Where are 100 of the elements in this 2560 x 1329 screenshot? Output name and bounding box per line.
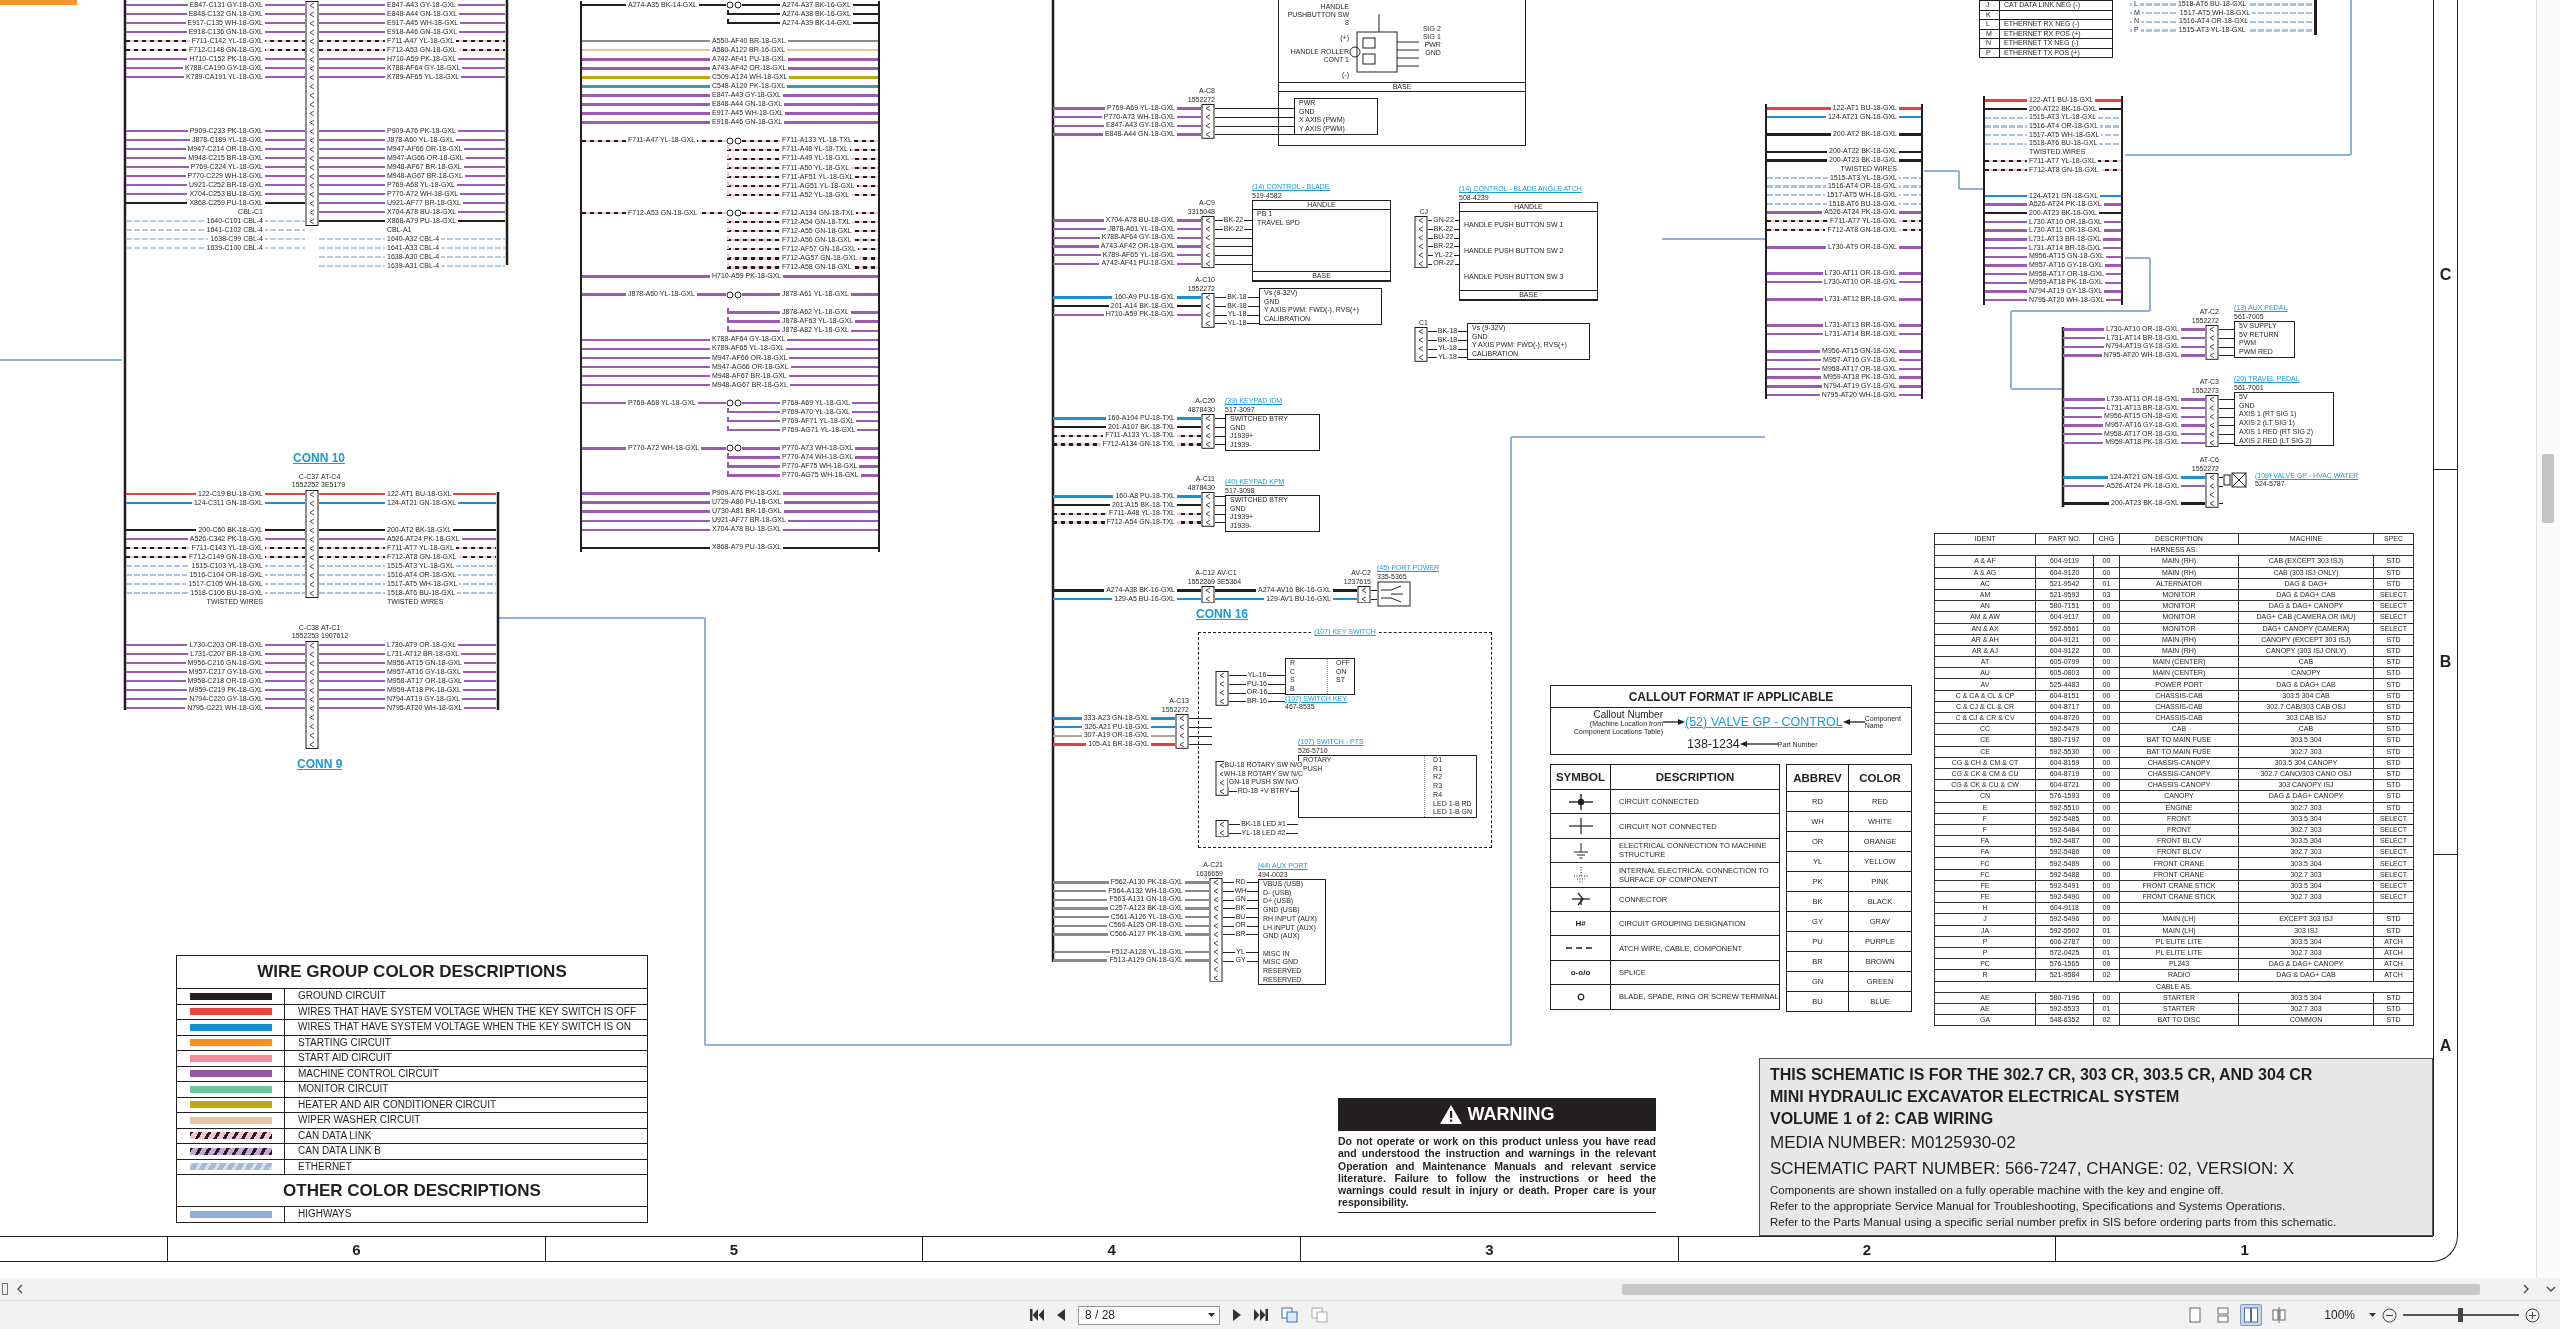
schematic-title: VOLUME 1 of 2: CAB WIRING [1770,1109,1995,1129]
connector-link[interactable]: CONN 9 [297,757,343,771]
column-header: DESCRIPTION [1655,771,1735,783]
zoom-in-icon [2525,1307,2540,1323]
caret-icon [2369,1313,2376,1317]
legend-label: CAN DATA LINK B [297,1144,382,1159]
zoom-out-button[interactable] [2382,1307,2397,1323]
legend-label: STARTING CIRCUIT [297,1035,392,1050]
note-text: Refer to the Parts Manual using a specific serial number prefix in SIS before ordering parts from this schematic. [1770,1215,2338,1230]
connector-drawing [1414,327,1428,362]
page-number-field[interactable]: 8 / 28 [1078,1305,1220,1325]
switch-drawing [1349,14,1419,74]
arrow-icon [1842,718,1865,726]
slider-thumb[interactable] [2457,1308,2463,1322]
junction-dot-icon [1567,792,1594,811]
legend-title: WIRE GROUP COLOR DESCRIPTIONS [257,962,567,982]
splice-icon [726,209,742,218]
first-page-icon [1030,1309,1044,1321]
chevron-down-icon[interactable] [2546,1285,2556,1293]
symbol-text: H# [1575,919,1586,929]
connector-link[interactable]: CONN 16 [1196,607,1248,621]
legend-label: CAN DATA LINK [297,1128,373,1143]
legend-label: START AID CIRCUIT [297,1051,393,1066]
pages-icon [1311,1307,1328,1323]
column-header: SYMBOL [1555,771,1606,783]
splice-icon [726,444,742,453]
callout-number-label: Callout Number [1593,709,1663,720]
previous-page-button[interactable] [1057,1309,1065,1321]
zoom-level-dropdown[interactable]: 100% [2324,1308,2376,1322]
legend-label: MACHINE CONTROL CIRCUIT [297,1066,440,1081]
part-number: 138-1234 [1687,737,1740,751]
warning-triangle-icon [1439,1105,1462,1124]
valve-icon [2223,470,2247,490]
connector-drawing [1201,293,1215,328]
legend-label: WIRES THAT HAVE SYSTEM VOLTAGE WHEN THE KEY SWITCH IS ON [297,1020,632,1035]
legend-label: GROUND CIRCUIT [297,989,387,1004]
schematic-title: MINI HYDRAULIC EXCAVATOR ELECTRICAL SYSTEM [1770,1087,2181,1107]
caret-icon [1208,1313,1215,1317]
arrow-icon [1739,740,1778,748]
next-icon [1233,1309,1241,1321]
last-page-button[interactable] [1254,1309,1268,1321]
connector-drawing [1175,714,1189,749]
zoom-in-button[interactable] [2525,1307,2540,1323]
connector-drawing [2205,325,2219,360]
connector-drawing [1201,492,1215,527]
legend-label: WIRES THAT HAVE SYSTEM VOLTAGE WHEN THE KEY SWITCH IS OFF [297,1004,637,1019]
zone-letter: A [2439,1036,2452,1055]
book-pages-icon [2272,1307,2287,1323]
vertical-scrollbar[interactable] [2536,0,2560,1278]
previous-icon [1057,1309,1065,1321]
zone-number: 2 [1862,1240,1872,1258]
dotted-ground-icon [1571,866,1590,884]
legend-label: HIGHWAYS [297,1207,353,1222]
schematic-title: THIS SCHEMATIC IS FOR THE 302.7 CR, 303 CR, 303.5 CR, AND 304 CR [1770,1065,2314,1085]
view-mode-button[interactable] [2240,1304,2263,1326]
page-view-button[interactable] [1281,1307,1298,1323]
connector-drawing [1414,216,1428,269]
legend-title: OTHER COLOR DESCRIPTIONS [283,1180,541,1201]
chevron-right-icon[interactable] [2523,1284,2530,1294]
symbol-text: o-o/o [1570,967,1591,977]
terminal-circle-icon [1576,992,1585,1001]
warning-title: WARNING [1467,1104,1555,1125]
first-page-button[interactable] [1030,1309,1044,1321]
horizontal-scrollbar[interactable] [0,1278,2560,1300]
pages-icon [1281,1307,1298,1323]
scroll-thumb[interactable] [2542,454,2554,523]
zone-letter: C [2439,265,2452,284]
scroll-thumb[interactable] [1622,1283,2480,1295]
document-number: SCHEMATIC PART NUMBER: 566-7247, CHANGE: 02, VERSION: X [1770,1158,2295,1180]
column-header: COLOR [1859,772,1901,784]
zone-number: 1 [2240,1240,2249,1258]
splice-icon [726,1,742,9]
connector-drawing [1201,104,1215,139]
zone-number: 4 [1107,1240,1116,1258]
splice-icon [726,290,742,299]
arrow-icon [1663,718,1685,726]
stacked-pages-icon [2216,1307,2231,1323]
connector-link[interactable]: CONN 10 [293,451,345,465]
warning-text: Do not operate or work on this product unless you have read and understood the instruction and warnings in the relevant Operation and Maintenance Manuals and relevant service literature. Failure to follow the instructions or heed the warnings could result in injury or death. Proper care is your responsibility. [1338,1135,1656,1209]
legend-label: ETHERNET [297,1159,353,1174]
example-component-title: (52) VALVE GP - CONTROL [1685,715,1843,729]
splice-icon [726,399,742,408]
zone-number: 6 [352,1240,361,1258]
zoom-slider[interactable] [2403,1308,2519,1322]
zone-number: 3 [1485,1240,1494,1258]
connector-drawing [2205,395,2219,448]
connector-drawing [2205,473,2219,508]
side-by-side-pages-icon [2244,1307,2259,1323]
next-page-button[interactable] [1233,1309,1241,1321]
connector-drawing [1201,414,1215,449]
legend-label: HEATER AND AIR CONDITIONER CIRCUIT [297,1097,498,1112]
power-socket-icon [1377,581,1411,607]
handle-icon[interactable] [2,1283,8,1295]
chevron-left-icon[interactable] [16,1284,23,1294]
splice-icon [726,136,742,145]
connector-drawing [1201,216,1215,269]
zone-number: 5 [729,1240,739,1258]
connector-drawing [1215,671,1229,706]
zoom-out-icon [2382,1307,2397,1323]
zone-letter: B [2439,653,2452,671]
